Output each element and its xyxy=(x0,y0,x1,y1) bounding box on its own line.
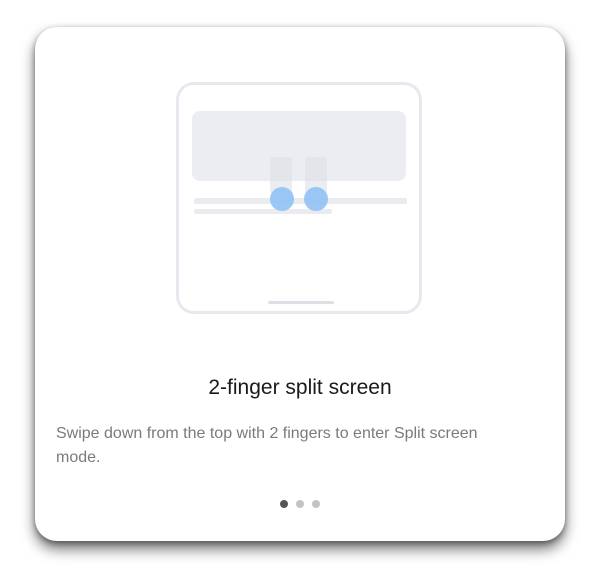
split-screen-tutorial-card: 2-finger split screen Swipe down from th… xyxy=(35,27,565,541)
page-indicator xyxy=(35,500,565,508)
illustration-text-line xyxy=(194,198,407,204)
dialog-title: 2-finger split screen xyxy=(208,376,392,399)
page-dot-3[interactable] xyxy=(312,500,320,508)
two-finger-swipe-illustration xyxy=(176,82,422,314)
dialog-description: Swipe down from the top with 2 fingers t… xyxy=(56,425,478,466)
finger-touch-icon xyxy=(304,187,328,211)
illustration-window-panel xyxy=(192,111,406,181)
finger-touch-icon xyxy=(270,187,294,211)
page-dot-1[interactable] xyxy=(280,500,288,508)
illustration-home-indicator xyxy=(268,301,334,304)
page-dot-2[interactable] xyxy=(296,500,304,508)
